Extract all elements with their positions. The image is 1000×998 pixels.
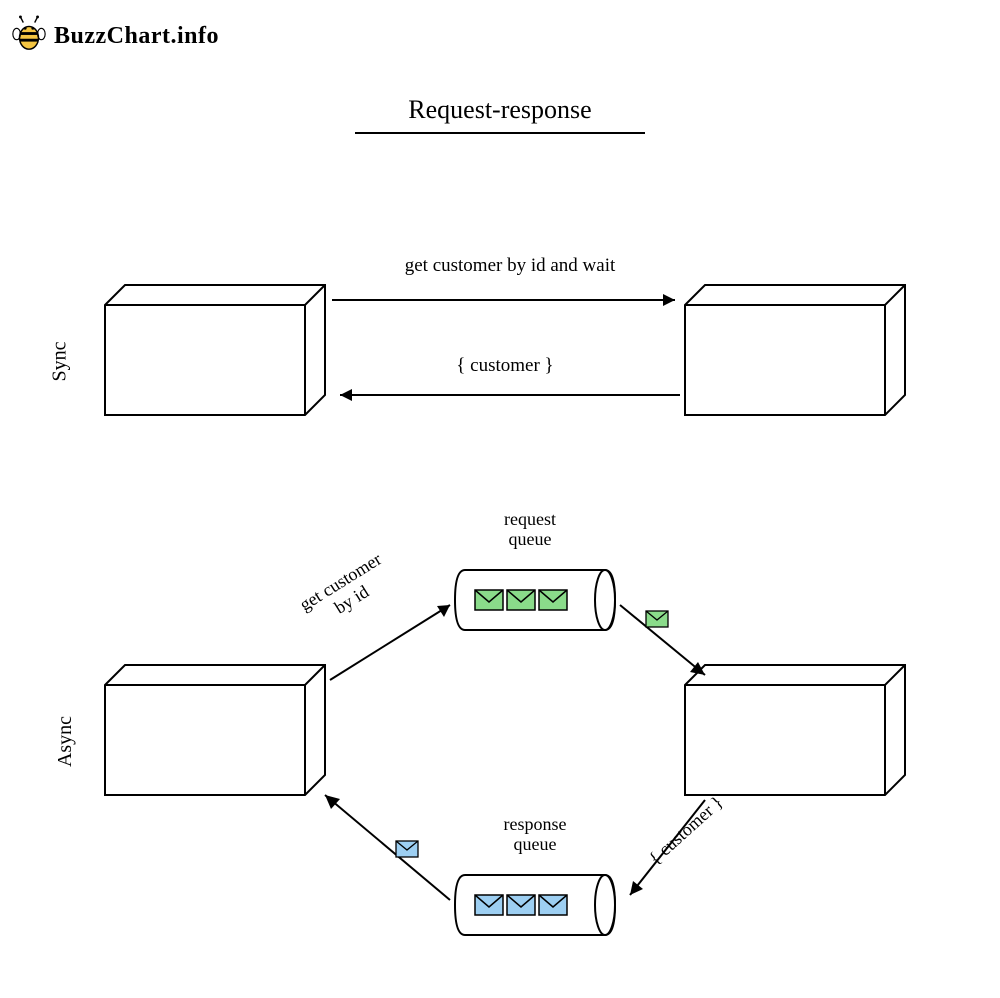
sync-response-arrow bbox=[330, 385, 685, 405]
sync-response-label: { customer } bbox=[420, 355, 590, 377]
title-underline bbox=[355, 132, 645, 134]
sync-section-label: Sync bbox=[49, 342, 72, 382]
request-queue-label: requestqueue bbox=[485, 510, 575, 550]
logo-text: BuzzChart.info bbox=[54, 23, 219, 50]
green-envelope-icon bbox=[645, 610, 669, 628]
async-client-box bbox=[100, 660, 330, 800]
blue-envelope-icon bbox=[395, 840, 419, 858]
sync-server-box bbox=[680, 280, 910, 420]
async-section-label: Async bbox=[54, 716, 77, 767]
logo: BuzzChart.info bbox=[10, 15, 219, 58]
arrow-request-queue-to-server bbox=[610, 590, 720, 690]
arrow-server-to-response-queue bbox=[615, 790, 725, 910]
response-queue-cylinder bbox=[450, 865, 620, 950]
request-queue-cylinder bbox=[450, 560, 620, 645]
sync-request-label: get customer by id and wait bbox=[360, 255, 660, 277]
response-queue-label: responsequeue bbox=[485, 815, 585, 855]
arrow-client-to-request-queue bbox=[320, 590, 470, 690]
sync-request-arrow bbox=[330, 290, 685, 310]
bee-icon bbox=[10, 15, 48, 58]
arrow-response-queue-to-client bbox=[310, 780, 460, 910]
sync-client-box bbox=[100, 280, 330, 420]
diagram-title: Request-response bbox=[408, 95, 591, 125]
